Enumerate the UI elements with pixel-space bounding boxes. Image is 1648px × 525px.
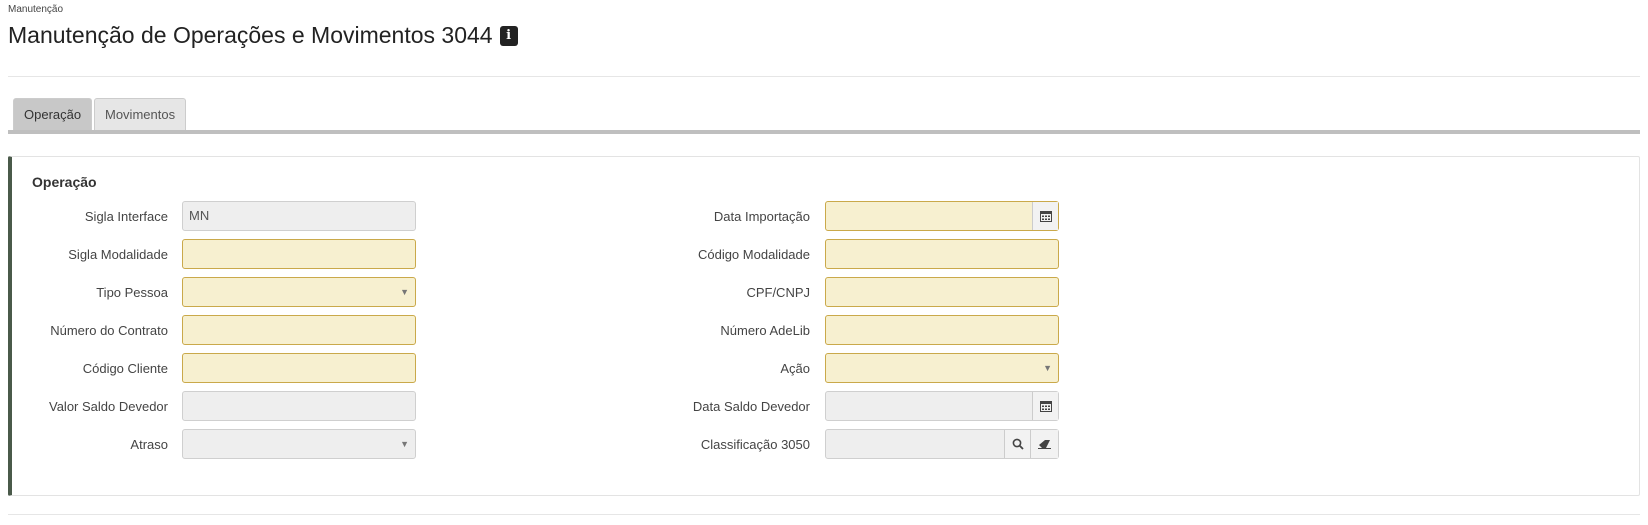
numero-adelib-field[interactable] — [825, 315, 1059, 345]
label-classificacao-3050: Classificação 3050 — [700, 437, 810, 452]
header-divider — [8, 76, 1640, 77]
calendar-icon[interactable] — [1032, 202, 1058, 230]
label-valor-saldo-devedor: Valor Saldo Devedor — [49, 399, 168, 414]
label-sigla-interface: Sigla Interface — [84, 209, 168, 224]
label-sigla-modalidade: Sigla Modalidade — [68, 247, 168, 262]
sigla-modalidade-field[interactable] — [182, 239, 416, 269]
panel-title: Operação — [32, 174, 97, 190]
operacao-panel: Operação Sigla Interface MN Sigla Modali… — [8, 156, 1640, 496]
calendar-icon[interactable] — [1032, 392, 1058, 420]
info-icon[interactable]: i — [499, 25, 518, 46]
label-cpf-cnpj: CPF/CNPJ — [746, 285, 810, 300]
label-codigo-cliente: Código Cliente — [82, 361, 168, 376]
page-title: Manutenção de Operações e Movimentos 304… — [8, 22, 493, 48]
acao-select[interactable]: ▼ — [825, 353, 1059, 383]
tab-movimentos[interactable]: Movimentos — [94, 98, 187, 130]
breadcrumb: Manutenção — [8, 4, 64, 15]
atraso-select[interactable]: ▼ — [182, 429, 416, 459]
cpf-cnpj-field[interactable] — [825, 277, 1059, 307]
classificacao-3050-field[interactable] — [825, 429, 1059, 459]
label-data-importacao: Data Importação — [713, 209, 810, 224]
label-atraso: Atraso — [130, 437, 168, 452]
numero-contrato-field[interactable] — [182, 315, 416, 345]
tab-underline — [8, 130, 1640, 134]
tab-bar: Operação Movimentos — [8, 98, 1640, 136]
search-icon[interactable] — [1004, 430, 1030, 458]
footer-divider — [8, 514, 1640, 515]
label-codigo-modalidade: Código Modalidade — [697, 247, 810, 262]
data-importacao-field[interactable] — [825, 201, 1059, 231]
sigla-interface-field[interactable]: MN — [182, 201, 416, 231]
eraser-icon[interactable] — [1030, 430, 1058, 458]
label-data-saldo-devedor: Data Saldo Devedor — [692, 399, 810, 414]
label-tipo-pessoa: Tipo Pessoa — [96, 285, 168, 300]
label-numero-adelib: Número AdeLib — [720, 323, 810, 338]
caret-down-icon: ▼ — [1043, 363, 1052, 373]
page-title-row: Manutenção de Operações e Movimentos 304… — [8, 22, 518, 49]
label-acao: Ação — [780, 361, 810, 376]
codigo-cliente-field[interactable] — [182, 353, 416, 383]
caret-down-icon: ▼ — [400, 439, 409, 449]
valor-saldo-devedor-field[interactable] — [182, 391, 416, 421]
codigo-modalidade-field[interactable] — [825, 239, 1059, 269]
caret-down-icon: ▼ — [400, 287, 409, 297]
tipo-pessoa-select[interactable]: ▼ — [182, 277, 416, 307]
data-saldo-devedor-field[interactable] — [825, 391, 1059, 421]
tab-operacao[interactable]: Operação — [13, 98, 93, 130]
label-numero-contrato: Número do Contrato — [50, 323, 168, 338]
